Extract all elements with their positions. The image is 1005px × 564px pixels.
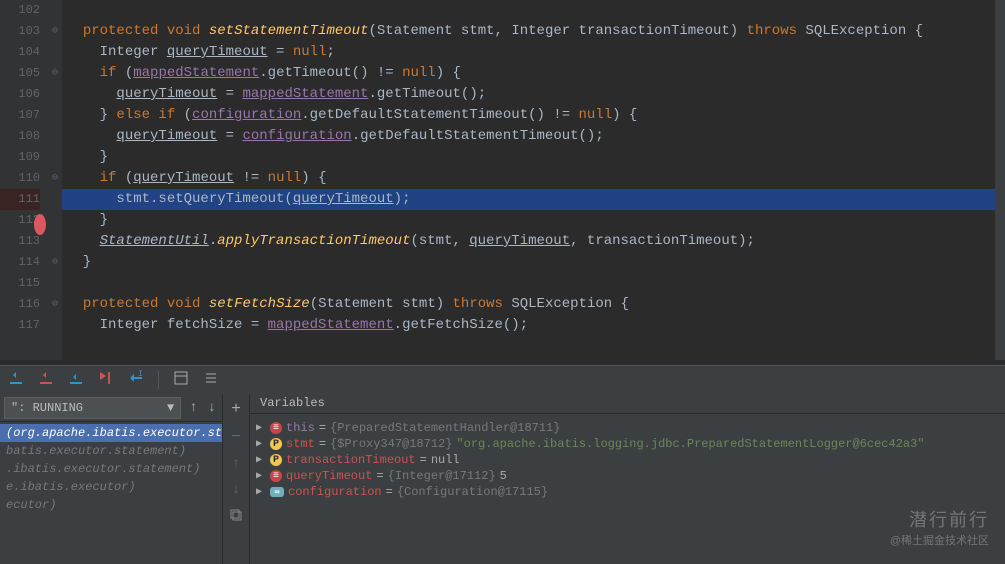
vars-toolbar: + − ↑ ↓: [222, 394, 250, 564]
step-out-icon[interactable]: [68, 370, 84, 391]
add-watch-icon[interactable]: +: [231, 400, 241, 418]
fold-column[interactable]: ⊖⊖⊖⊖⊖: [48, 0, 62, 360]
stack-frame[interactable]: e.ibatis.executor): [0, 478, 222, 496]
debug-toolbar: I: [0, 366, 1005, 394]
debug-panel: I ": RUNNING▼ ↑ ↓ (org.apache.ibatis.exe…: [0, 365, 1005, 564]
thread-selector[interactable]: ": RUNNING▼: [4, 397, 181, 419]
watermark: 潜行前行 @稀土掘金技术社区: [890, 506, 989, 548]
variables-list[interactable]: ▶ ≡ this = {PreparedStatementHandler@187…: [250, 414, 1005, 506]
list-icon[interactable]: [203, 370, 219, 391]
variable-row[interactable]: ▶ P stmt = {$Proxy347@18712} "org.apache…: [250, 436, 1005, 452]
stack-frames[interactable]: (org.apache.ibatis.executor.statement)ba…: [0, 422, 222, 564]
frames-panel: ": RUNNING▼ ↑ ↓ (org.apache.ibatis.execu…: [0, 394, 222, 564]
remove-watch-icon[interactable]: −: [231, 428, 241, 446]
run-to-cursor-icon[interactable]: [98, 370, 114, 391]
calculator-icon[interactable]: [173, 370, 189, 391]
up-icon[interactable]: ↑: [232, 456, 240, 472]
variable-row[interactable]: ▶ ∞ configuration = {Configuration@17115…: [250, 484, 1005, 500]
down-icon[interactable]: ↓: [232, 482, 240, 498]
variable-row[interactable]: ▶ P transactionTimeout = null: [250, 452, 1005, 468]
stack-frame[interactable]: (org.apache.ibatis.executor.statement): [0, 424, 222, 442]
stack-frame[interactable]: ecutor): [0, 496, 222, 514]
editor-scrollbar[interactable]: [995, 0, 1005, 360]
variable-row[interactable]: ▶ ≡ queryTimeout = {Integer@17112} 5: [250, 468, 1005, 484]
evaluate-icon[interactable]: I: [128, 370, 144, 391]
copy-icon[interactable]: [229, 508, 243, 527]
line-gutter: 1021031041051061071081091101111121131141…: [0, 0, 48, 360]
code-editor[interactable]: 1021031041051061071081091101111121131141…: [0, 0, 1005, 360]
step-over-icon[interactable]: [8, 370, 24, 391]
svg-text:I: I: [138, 370, 143, 379]
step-into-icon[interactable]: [38, 370, 54, 391]
variables-title: Variables: [250, 394, 1005, 414]
prev-frame-icon[interactable]: ↑: [187, 398, 199, 418]
stack-frame[interactable]: .ibatis.executor.statement): [0, 460, 222, 478]
stack-frame[interactable]: batis.executor.statement): [0, 442, 222, 460]
code-area[interactable]: protected void setStatementTimeout(State…: [62, 0, 1005, 360]
variable-row[interactable]: ▶ ≡ this = {PreparedStatementHandler@187…: [250, 420, 1005, 436]
next-frame-icon[interactable]: ↓: [206, 398, 218, 418]
